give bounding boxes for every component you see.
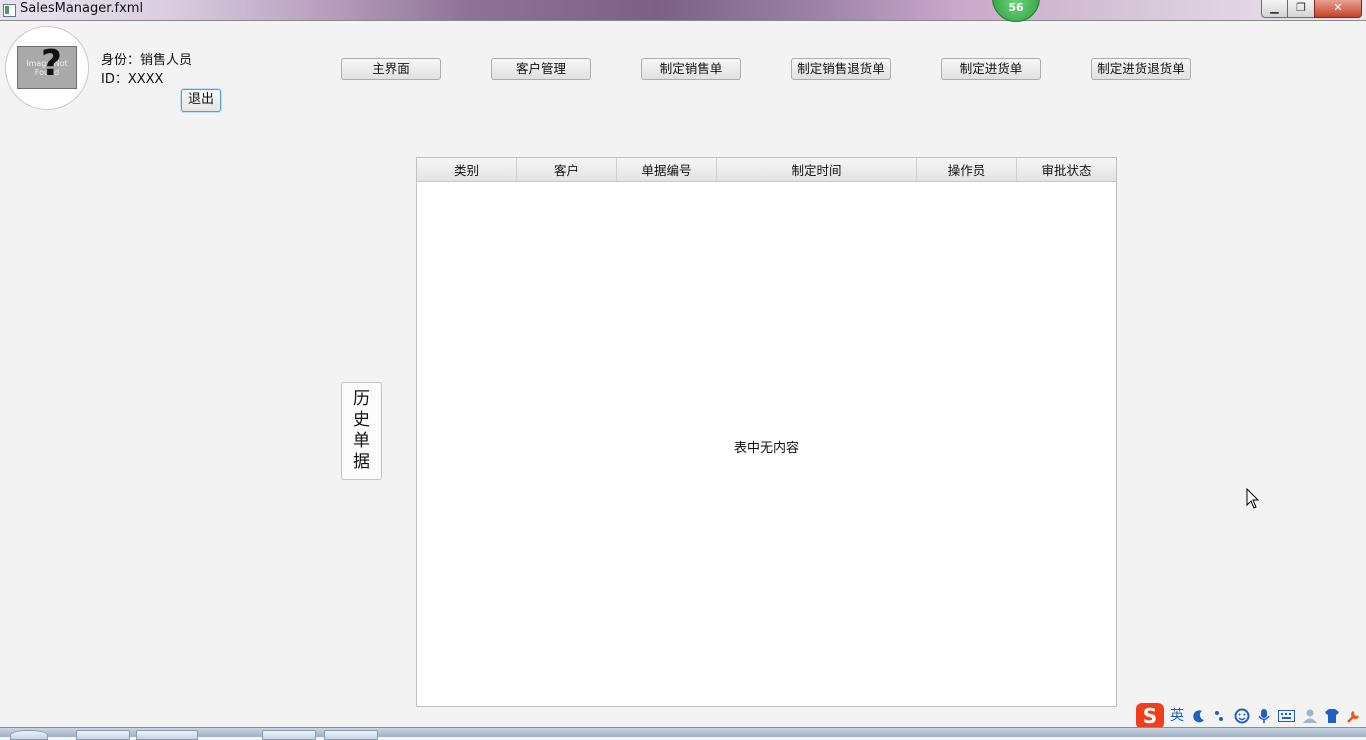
history-char: 单 [353,431,370,451]
emoji-icon[interactable] [1234,708,1250,724]
mic-icon[interactable] [1258,708,1270,724]
column-header-customer[interactable]: 客户 [517,158,617,181]
ime-logo-icon[interactable]: S [1136,703,1164,729]
app-icon [3,4,16,17]
maximize-button[interactable]: ❐ [1287,0,1315,18]
table-empty-placeholder: 表中无内容 [733,441,799,456]
column-header-approval-status[interactable]: 审批状态 [1017,158,1116,181]
close-button[interactable]: ✕ [1314,0,1362,18]
column-header-operator[interactable]: 操作员 [917,158,1017,181]
nav-create-purchase-order-button[interactable]: 制定进货单 [941,58,1041,80]
nav-home-button[interactable]: 主界面 [341,58,441,80]
start-button[interactable] [10,730,48,740]
nav-create-sales-order-button[interactable]: 制定销售单 [641,58,741,80]
ime-language-toggle[interactable]: 英 [1170,703,1184,729]
logout-button[interactable]: 退出 [181,89,221,112]
column-header-created-time[interactable]: 制定时间 [717,158,917,181]
history-char: 据 [353,452,370,472]
history-documents-button[interactable]: 历 史 单 据 [341,382,382,480]
avatar: Image Not Found ? [5,26,89,110]
window-title: SalesManager.fxml [20,1,144,16]
column-header-document-number[interactable]: 单据编号 [617,158,717,181]
nav-create-sales-return-button[interactable]: 制定销售退货单 [791,58,891,80]
history-char: 历 [353,389,370,409]
tools-icon[interactable] [1346,708,1362,724]
notification-badge[interactable]: 56 [992,0,1040,22]
nav-create-purchase-return-button[interactable]: 制定进货退货单 [1091,58,1191,80]
mouse-cursor-icon [1246,488,1260,509]
user-identity: 身份：销售人员 [101,53,193,68]
question-mark: ? [41,43,62,84]
user-id: ID：XXXX [101,72,164,87]
table-header: 类别 客户 单据编号 制定时间 操作员 审批状态 [417,158,1116,182]
skin-icon[interactable] [1324,708,1340,724]
orders-table[interactable]: 类别 客户 单据编号 制定时间 操作员 审批状态 表中无内容 [416,157,1117,707]
keyboard-icon[interactable] [1278,710,1295,722]
moon-icon[interactable] [1192,709,1206,723]
taskbar-item[interactable] [324,730,378,740]
taskbar-item[interactable] [262,730,316,740]
punctuation-icon[interactable] [1214,709,1224,723]
history-char: 史 [353,410,370,430]
user-icon[interactable] [1302,708,1318,724]
taskbar-item[interactable] [76,730,130,740]
nav-customer-management-button[interactable]: 客户管理 [491,58,591,80]
column-header-category[interactable]: 类别 [417,158,517,181]
window-title-bar: SalesManager.fxml 56 ▁ ❐ ✕ [0,0,1366,22]
image-not-found-icon: Image Not Found ? [17,43,77,89]
minimize-button[interactable]: ▁ [1261,0,1288,18]
taskbar-item[interactable] [136,730,198,740]
